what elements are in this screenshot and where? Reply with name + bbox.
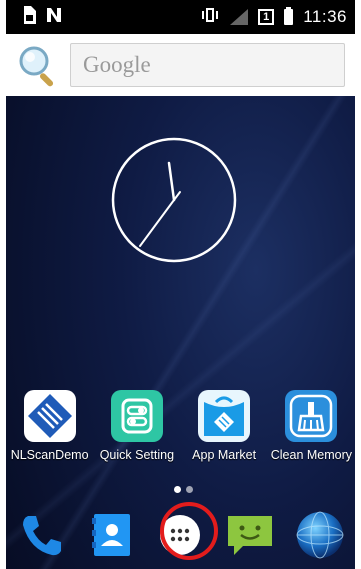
search-icon[interactable] <box>16 43 60 87</box>
battery-icon <box>284 7 294 25</box>
nfc-notification-icon <box>46 7 62 28</box>
status-bar: 1 11:36 <box>6 0 355 34</box>
app-market-icon[interactable] <box>198 390 251 442</box>
app-label: NLScanDemo <box>10 448 89 462</box>
nlscandemo-icon[interactable] <box>23 390 76 442</box>
signal-strength-icon <box>230 9 249 25</box>
page-indicator <box>174 486 193 493</box>
app-label: App Market <box>192 448 257 462</box>
storage-notification-icon <box>22 5 36 29</box>
app-quick-setting[interactable]: Quick Setting <box>93 390 180 462</box>
page-dot-active <box>174 486 181 493</box>
search-placeholder: Google <box>83 52 151 77</box>
home-app-row: NLScanDemo Quick Setting App Market Clea… <box>6 390 355 462</box>
hour-hand <box>167 161 176 202</box>
app-market[interactable]: App Market <box>181 390 268 462</box>
google-search-widget[interactable]: Google <box>6 34 355 96</box>
sim-slot-badge: 1 <box>258 9 275 25</box>
app-clean-memory[interactable]: Clean Memory <box>268 390 355 462</box>
minute-hand <box>139 199 175 247</box>
page-dot <box>186 486 193 493</box>
quick-setting-icon[interactable] <box>110 390 163 442</box>
app-label: Clean Memory <box>270 448 353 462</box>
app-nlscandemo[interactable]: NLScanDemo <box>6 390 93 462</box>
status-time: 11:36 <box>303 7 347 26</box>
highlight-circle <box>160 502 218 560</box>
contacts-icon[interactable] <box>84 508 138 562</box>
app-label: Quick Setting <box>99 448 175 462</box>
home-screen: 1 11:36 Google NLScanDemo Quick Setting … <box>6 0 355 569</box>
clean-memory-icon[interactable] <box>285 390 338 442</box>
search-input[interactable]: Google <box>70 43 345 87</box>
browser-globe-icon[interactable] <box>293 508 347 562</box>
messaging-icon[interactable] <box>223 508 277 562</box>
analog-clock-widget[interactable] <box>109 135 239 265</box>
vibrate-icon <box>200 7 220 28</box>
phone-icon[interactable] <box>14 508 68 562</box>
